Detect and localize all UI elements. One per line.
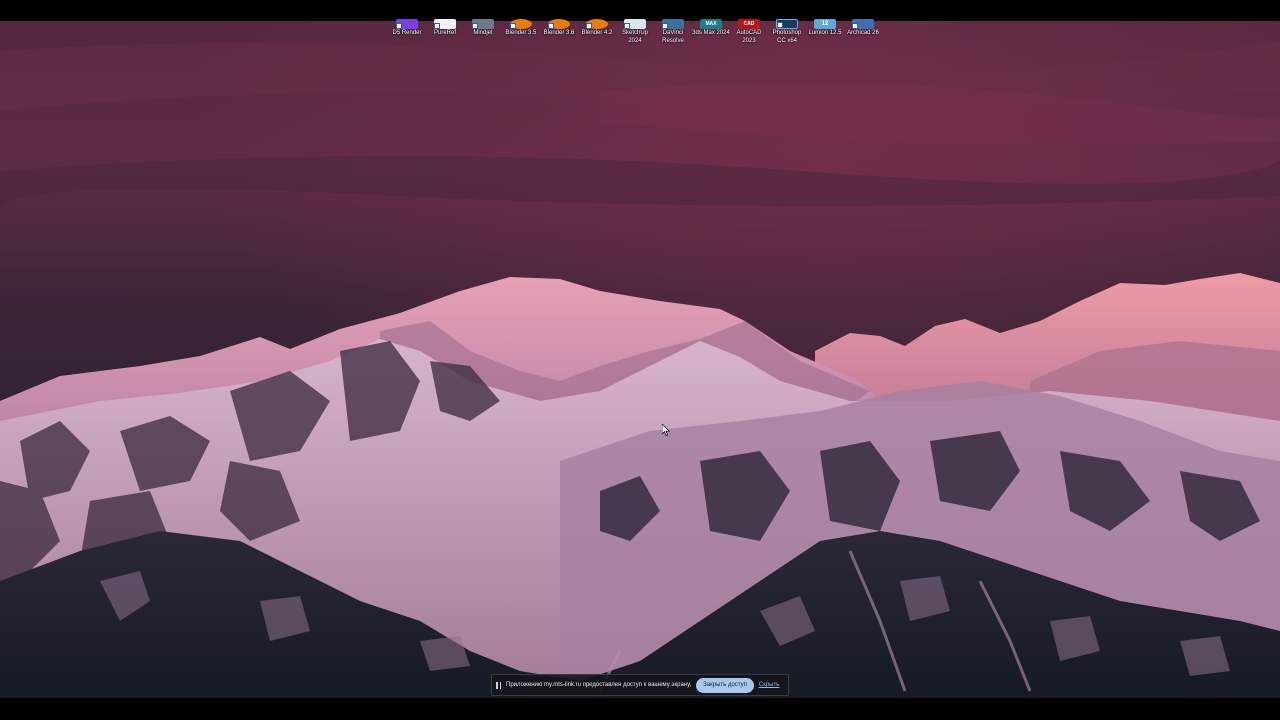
desktop-icon-blender-4-2[interactable]: Blender 4.2	[578, 19, 616, 38]
desktop-icon-label: SketchUp 2024	[621, 30, 648, 44]
desktop-icon-label: PureRef	[433, 30, 456, 36]
mindjet-icon	[472, 19, 494, 29]
blender-icon	[586, 19, 608, 29]
davinci-resolve-icon	[662, 19, 684, 29]
3ds-max-icon: MAX	[700, 19, 722, 29]
desktop-icon-label: Archicad 26	[847, 30, 879, 36]
desktop-icon-davinci-resolve[interactable]: DaVinci Resolve	[654, 19, 692, 45]
archicad-icon	[852, 19, 874, 29]
desktop-icon-mindjet[interactable]: Mindjet	[464, 19, 502, 38]
desktop-icon-label: Blender 4.2	[581, 30, 613, 36]
desktop-icon-label: D5 Render	[392, 30, 422, 36]
desktop-icon-blender-3-6[interactable]: Blender 3.6	[540, 19, 578, 38]
hide-notification-link[interactable]: Скрыть	[759, 682, 779, 688]
screen-share-notification: Приложению my.mts-link.ru предоставлен д…	[491, 674, 789, 696]
letterbox-top	[0, 0, 1280, 21]
desktop-wallpaper[interactable]	[0, 21, 1280, 698]
desktop-icon-photoshop-cc[interactable]: Photoshop CC x64	[768, 19, 806, 45]
pureref-icon	[434, 19, 456, 29]
stop-sharing-button[interactable]: Закрыть доступ	[696, 677, 754, 693]
desktop-icon-label: DaVinci Resolve	[662, 30, 684, 44]
desktop-icon-pureref[interactable]: PureRef	[426, 19, 464, 38]
mountain-wallpaper-image	[0, 21, 1280, 698]
desktop-icon-autocad-2023[interactable]: CAD AutoCAD 2023	[730, 19, 768, 45]
desktop-icon-label: Blender 3.6	[543, 30, 575, 36]
sketchup-icon	[624, 19, 646, 29]
blender-icon	[510, 19, 532, 29]
blender-icon	[548, 19, 570, 29]
autocad-icon: CAD	[738, 19, 760, 29]
d5-render-icon	[396, 19, 418, 29]
letterbox-bottom	[0, 698, 1280, 720]
desktop-icon-label: Photoshop CC x64	[772, 30, 802, 44]
screen-share-message: Приложению my.mts-link.ru предоставлен д…	[506, 682, 692, 688]
desktop-icon-blender-3-5[interactable]: Blender 3.5	[502, 19, 540, 38]
desktop-icon-3ds-max-2024[interactable]: MAX 3ds Max 2024	[692, 19, 730, 38]
desktop-icon-label: 3ds Max 2024	[692, 30, 730, 36]
desktop-icon-label: Lumion 12.5	[808, 30, 842, 36]
desktop-icon-row: D5 Render PureRef Mindjet Blender 3.5 Bl…	[388, 19, 888, 49]
desktop-icon-d5-render[interactable]: D5 Render	[388, 19, 426, 38]
desktop-icon-label: AutoCAD 2023	[736, 30, 762, 44]
desktop-icon-sketchup-2024[interactable]: SketchUp 2024	[616, 19, 654, 45]
desktop-icon-label: Mindjet	[473, 30, 493, 36]
desktop-icon-label: Blender 3.5	[505, 30, 537, 36]
pause-icon[interactable]	[496, 681, 501, 689]
desktop-icon-archicad-26[interactable]: Archicad 26	[844, 19, 882, 38]
mouse-cursor-icon	[662, 424, 670, 436]
screen: D5 Render PureRef Mindjet Blender 3.5 Bl…	[0, 0, 1280, 720]
desktop-icon-lumion-12-5[interactable]: 12 Lumion 12.5	[806, 19, 844, 38]
photoshop-icon	[776, 19, 798, 29]
lumion-icon: 12	[814, 19, 836, 29]
